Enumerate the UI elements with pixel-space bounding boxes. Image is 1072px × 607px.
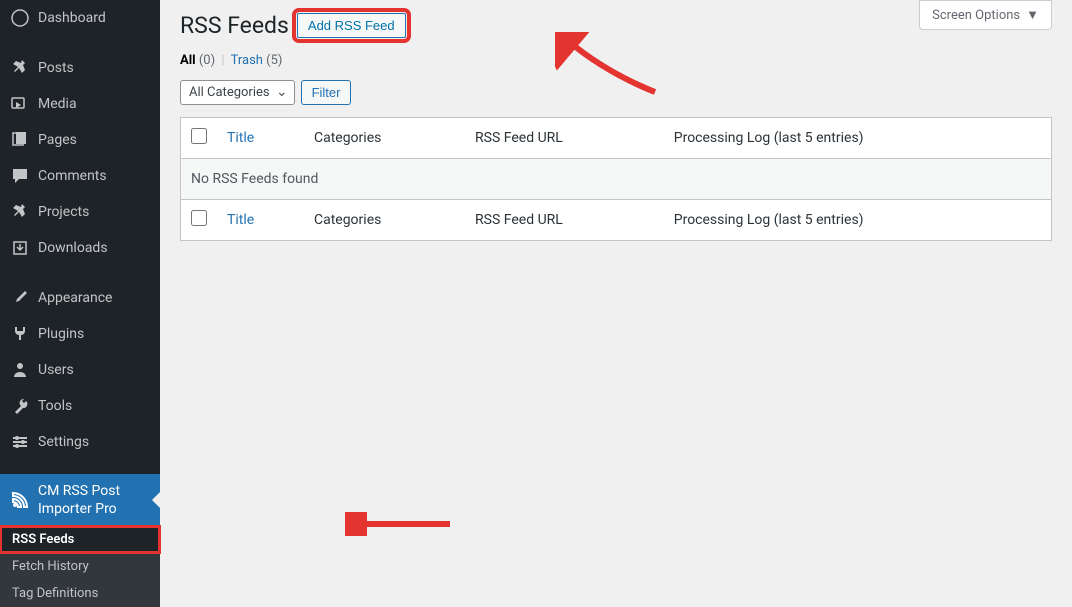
- add-rss-feed-button[interactable]: Add RSS Feed: [297, 13, 406, 38]
- sidebar-item-dashboard[interactable]: Dashboard: [0, 0, 160, 36]
- sidebar-item-media[interactable]: Media: [0, 86, 160, 122]
- screen-options-container: Screen Options ▼: [919, 0, 1052, 30]
- sidebar-item-downloads[interactable]: Downloads: [0, 230, 160, 266]
- sidebar-item-posts[interactable]: Posts: [0, 50, 160, 86]
- select-all-header: [181, 118, 218, 159]
- main-content: Screen Options ▼ RSS Feeds Add RSS Feed …: [160, 0, 1072, 596]
- sidebar-label: Plugins: [38, 325, 84, 343]
- sidebar-label: Tools: [38, 397, 72, 415]
- page-icon: [10, 130, 30, 150]
- sidebar-item-tools[interactable]: Tools: [0, 388, 160, 424]
- plug-icon: [10, 324, 30, 344]
- view-filters: All (0) | Trash (5): [180, 53, 1052, 68]
- filter-button[interactable]: Filter: [301, 80, 352, 105]
- sidebar-item-settings[interactable]: Settings: [0, 424, 160, 460]
- sidebar-label: CM RSS Post Importer Pro: [38, 482, 152, 518]
- rss-feeds-table: Title Categories RSS Feed URL Processing…: [180, 117, 1052, 241]
- select-all-footer: [181, 200, 218, 241]
- sidebar-label: Pages: [38, 131, 77, 149]
- sidebar-item-plugins[interactable]: Plugins: [0, 316, 160, 352]
- sidebar-label: Settings: [38, 433, 89, 451]
- screen-options-tab[interactable]: Screen Options ▼: [919, 0, 1052, 30]
- table-row-empty: No RSS Feeds found: [181, 159, 1052, 200]
- wrench-icon: [10, 396, 30, 416]
- user-icon: [10, 360, 30, 380]
- sidebar-label: Posts: [38, 59, 74, 77]
- sidebar-item-pages[interactable]: Pages: [0, 122, 160, 158]
- chevron-down-icon: ▼: [1026, 7, 1039, 23]
- col-url: RSS Feed URL: [465, 118, 664, 159]
- pin-icon: [10, 202, 30, 222]
- filter-all[interactable]: All: [180, 53, 196, 68]
- pin-icon: [10, 58, 30, 78]
- page-title: RSS Feeds: [180, 12, 289, 39]
- col-log-footer: Processing Log (last 5 entries): [664, 200, 1052, 241]
- comment-icon: [10, 166, 30, 186]
- filter-trash[interactable]: Trash: [231, 53, 263, 68]
- sidebar-spacer: [0, 266, 160, 280]
- sidebar-spacer: [0, 460, 160, 474]
- col-url-footer: RSS Feed URL: [465, 200, 664, 241]
- rss-icon: [10, 490, 30, 510]
- sidebar-item-rss-importer[interactable]: CM RSS Post Importer Pro: [0, 474, 160, 526]
- tablenav: All Categories Filter: [180, 80, 1052, 105]
- dashboard-icon: [10, 8, 30, 28]
- sidebar-label: Dashboard: [38, 9, 106, 27]
- sidebar-label: Comments: [38, 167, 107, 185]
- sidebar-item-users[interactable]: Users: [0, 352, 160, 388]
- col-title[interactable]: Title: [217, 118, 304, 159]
- col-title-footer[interactable]: Title: [217, 200, 304, 241]
- sidebar-label: Projects: [38, 203, 89, 221]
- select-all-checkbox[interactable]: [191, 128, 207, 144]
- sidebar-label: Users: [38, 361, 74, 379]
- category-select[interactable]: All Categories: [180, 80, 295, 105]
- sidebar-item-projects[interactable]: Projects: [0, 194, 160, 230]
- sidebar-item-appearance[interactable]: Appearance: [0, 280, 160, 316]
- col-categories: Categories: [304, 118, 465, 159]
- col-log: Processing Log (last 5 entries): [664, 118, 1052, 159]
- media-icon: [10, 94, 30, 114]
- annotation-arrow-2: [345, 512, 455, 540]
- admin-sidebar: Dashboard Posts Media Pages Comments Pro…: [0, 0, 160, 596]
- sidebar-submenu: RSS Feeds Fetch History Tag Definitions: [0, 526, 160, 607]
- sidebar-spacer: [0, 36, 160, 50]
- sidebar-label: Appearance: [38, 289, 112, 307]
- sidebar-label: Downloads: [38, 239, 108, 257]
- sidebar-item-comments[interactable]: Comments: [0, 158, 160, 194]
- download-icon: [10, 238, 30, 258]
- select-all-checkbox-footer[interactable]: [191, 210, 207, 226]
- submenu-rss-feeds[interactable]: RSS Feeds: [0, 526, 160, 553]
- col-categories-footer: Categories: [304, 200, 465, 241]
- brush-icon: [10, 288, 30, 308]
- submenu-fetch-history[interactable]: Fetch History: [0, 553, 160, 580]
- sidebar-label: Media: [38, 95, 77, 113]
- gear-icon: [10, 432, 30, 452]
- submenu-tag-definitions[interactable]: Tag Definitions: [0, 580, 160, 607]
